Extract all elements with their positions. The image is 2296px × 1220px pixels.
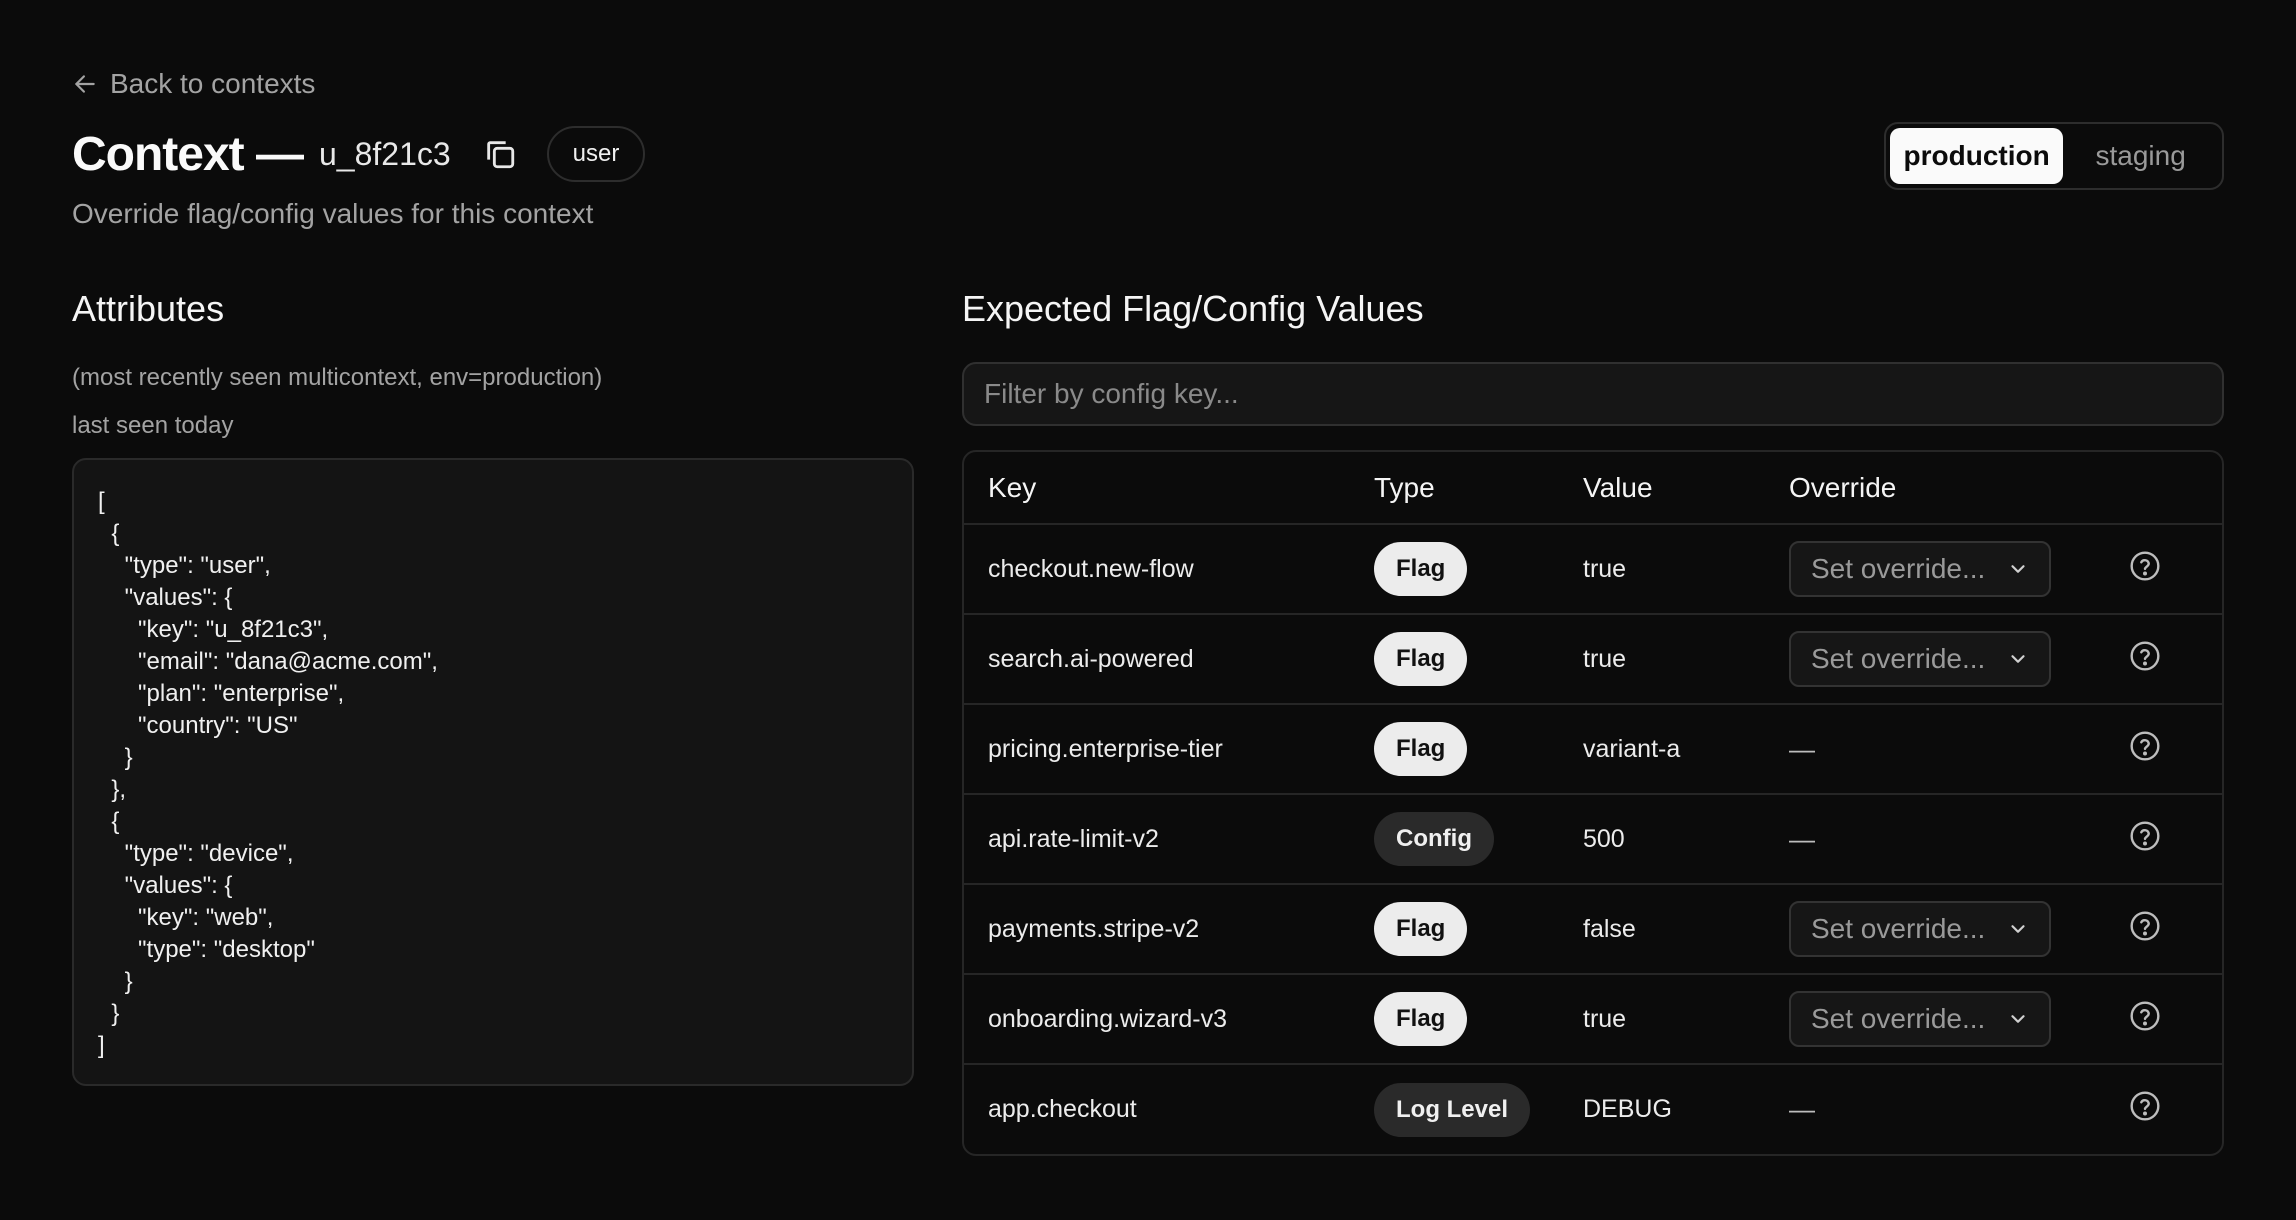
table-row: api.rate-limit-v2 Config 500— (964, 794, 2222, 885)
help-circle-icon[interactable] (2129, 820, 2161, 852)
override-select-label: Set override... (1811, 553, 1986, 584)
env-option-staging[interactable]: staging (2063, 128, 2218, 184)
table-row: search.ai-powered Flag true Set override... (964, 614, 2222, 705)
row-type-cell: Flag (1374, 614, 1583, 705)
chevron-down-icon (2011, 655, 2025, 663)
table-row: payments.stripe-v2 Flag false Set override.… (964, 884, 2222, 975)
override-select[interactable]: Set override... (1789, 991, 2051, 1047)
context-kind-badge: user (546, 126, 646, 182)
row-type-cell: Flag (1374, 974, 1583, 1065)
back-link[interactable]: Back to contexts (72, 68, 315, 100)
page-title: Context — (72, 127, 304, 181)
column-header-key: Key (964, 452, 1374, 525)
values-table: Key Type Value Override checkout.new-flo… (962, 450, 2224, 1156)
attributes-meta: (most recently seen multicontext, env=pr… (72, 364, 603, 391)
row-value: true (1583, 614, 1789, 705)
help-circle-icon[interactable] (2129, 910, 2161, 942)
page-subtitle: Override flag/config values for this con… (72, 198, 594, 229)
table-row: checkout.new-flow Flag true Set override... (964, 524, 2222, 615)
override-select-label: Set override... (1811, 1003, 1986, 1034)
row-help-cell (2129, 1064, 2222, 1154)
row-help-cell (2129, 884, 2222, 975)
context-page: Back to contexts Context — u_8f21c3 user… (0, 0, 2296, 1220)
chevron-down-icon (2011, 565, 2025, 573)
table-header-row: Key Type Value Override (964, 452, 2222, 525)
row-key: api.rate-limit-v2 (964, 794, 1374, 885)
column-header-value: Value (1583, 452, 1789, 525)
filter-input[interactable] (962, 362, 2224, 426)
row-help-cell (2129, 614, 2222, 705)
row-type-cell: Flag (1374, 704, 1583, 795)
attributes-json: [ { "type": "user", "values": { "key": "… (98, 488, 438, 1059)
override-select-label: Set override... (1811, 643, 1986, 674)
row-value: 500 (1583, 794, 1789, 885)
row-key: payments.stripe-v2 (964, 884, 1374, 975)
help-circle-icon[interactable] (2129, 1090, 2161, 1122)
row-value: true (1583, 524, 1789, 615)
row-value: DEBUG (1583, 1095, 1672, 1123)
row-type-cell: Flag (1374, 524, 1583, 615)
row-override-cell: Set override... (1789, 524, 2129, 615)
override-select[interactable]: Set override... (1789, 901, 2051, 957)
row-type-cell: Log Level (1374, 1064, 1583, 1154)
context-key: u_8f21c3 (319, 135, 451, 172)
override-select[interactable]: Set override... (1789, 631, 2051, 687)
attributes-title: Attributes (72, 288, 225, 329)
help-circle-icon[interactable] (2129, 550, 2161, 582)
override-select[interactable]: Set override... (1789, 541, 2051, 597)
no-override: — (1789, 1094, 1815, 1124)
env-option-production[interactable]: production (1890, 128, 2064, 184)
arrow-left-icon (75, 75, 95, 93)
no-override: — (1789, 823, 1815, 854)
column-header-type: Type (1374, 452, 1583, 525)
chevron-down-icon (2011, 925, 2025, 933)
attributes-json-box: [ { "type": "user", "values": { "key": "… (72, 458, 914, 1086)
copy-icon[interactable] (483, 137, 517, 171)
row-key: onboarding.wizard-v3 (964, 974, 1374, 1065)
values-title: Expected Flag/Config Values (962, 288, 1424, 329)
override-select-label: Set override... (1811, 913, 1986, 944)
help-circle-icon[interactable] (2129, 640, 2161, 672)
row-key: pricing.enterprise-tier (964, 704, 1374, 795)
type-badge: Config (1374, 812, 1494, 866)
column-header-help (2129, 452, 2222, 525)
row-help-cell (2129, 524, 2222, 615)
row-override-cell: — (1789, 704, 2129, 795)
no-override: — (1789, 733, 1815, 764)
row-override-cell: — (1789, 794, 2129, 885)
row-key: checkout.new-flow (964, 524, 1374, 615)
help-circle-icon[interactable] (2129, 730, 2161, 762)
row-value: variant-a (1583, 704, 1789, 795)
row-type-cell: Config (1374, 794, 1583, 885)
help-circle-icon[interactable] (2129, 1000, 2161, 1032)
table-body: checkout.new-flow Flag true Set override...… (964, 524, 2222, 1154)
row-type-cell: Flag (1374, 884, 1583, 975)
row-value: true (1583, 974, 1789, 1065)
table-row: app.checkout Log Level DEBUG — (964, 1064, 2222, 1154)
type-badge: Flag (1374, 722, 1468, 776)
type-badge: Flag (1374, 542, 1468, 596)
table-row: pricing.enterprise-tier Flag variant-a — (964, 704, 2222, 795)
row-override-cell: Set override... (1789, 614, 2129, 705)
type-badge: Log Level (1374, 1082, 1531, 1137)
column-header-override: Override (1789, 452, 2129, 525)
table-row: onboarding.wizard-v3 Flag true Set override… (964, 974, 2222, 1065)
row-override-cell: Set override... (1789, 974, 2129, 1065)
row-help-cell (2129, 794, 2222, 885)
type-badge: Flag (1374, 632, 1468, 686)
row-key: app.checkout (988, 1095, 1137, 1123)
chevron-down-icon (2011, 1015, 2025, 1023)
row-override-cell: Set override... (1789, 884, 2129, 975)
type-badge: Flag (1374, 902, 1468, 956)
attributes-last-seen: last seen today (72, 412, 234, 439)
row-value: false (1583, 884, 1789, 975)
type-badge: Flag (1374, 992, 1468, 1046)
row-help-cell (2129, 704, 2222, 795)
title-row: Context — u_8f21c3 user (72, 126, 646, 182)
row-help-cell (2129, 974, 2222, 1065)
back-link-label: Back to contexts (110, 68, 316, 99)
row-override-cell: — (1789, 1064, 2129, 1154)
environment-toggle: production staging (1884, 122, 2224, 190)
row-key: search.ai-powered (964, 614, 1374, 705)
